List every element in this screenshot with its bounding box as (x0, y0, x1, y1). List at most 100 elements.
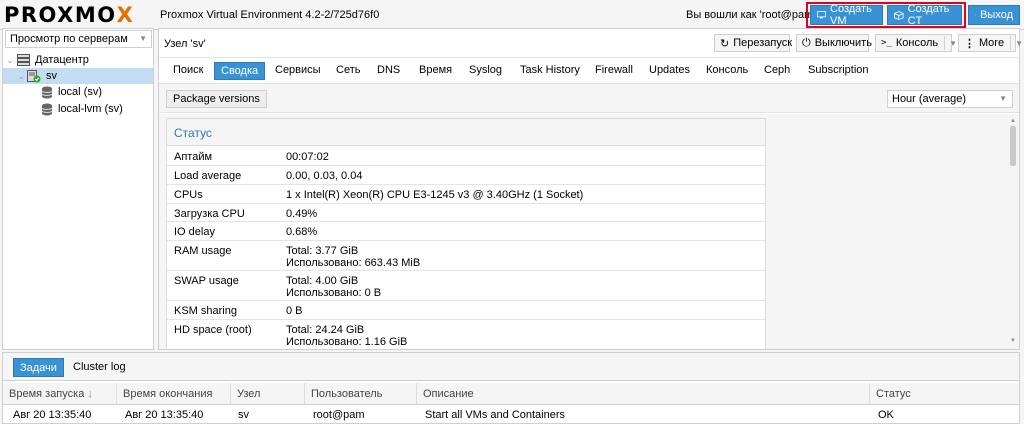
more-label: More (979, 37, 1005, 49)
tree-item-datacenter[interactable]: ⌄ Датацентр (3, 52, 153, 68)
tab-tasks[interactable]: Задачи (13, 358, 64, 377)
vertical-scrollbar[interactable]: ▲ ▼ (1009, 118, 1017, 344)
power-icon: ⏻ (802, 36, 811, 49)
collapse-icon: ⌄ (17, 70, 25, 81)
scroll-down-icon[interactable]: ▼ (1010, 338, 1016, 344)
status-key: KSM sharing (174, 305, 237, 317)
timeframe-value: Hour (average) (892, 93, 966, 105)
table-row[interactable]: Авг 20 13:35:40 Авг 20 13:35:40 sv root@… (3, 406, 1019, 424)
server-rack-icon (17, 54, 30, 66)
logout-button[interactable]: Выход (968, 5, 1020, 25)
storage-icon (41, 86, 53, 99)
terminal-icon: >_ (881, 38, 892, 48)
tab-search[interactable]: Поиск (173, 62, 203, 80)
top-bar: PROXMO X Proxmox Virtual Environment 4.2-… (0, 0, 1024, 30)
node-panel: Узел 'sv' ↻ Перезапуск ⏻ Выключить >_ Ко… (158, 28, 1023, 350)
status-value: 00:07:02 (286, 151, 329, 163)
scroll-up-icon[interactable]: ▲ (1010, 118, 1016, 124)
status-row-io-delay: IO delay 0.68% (167, 222, 765, 241)
status-row-swap: SWAP usage Total: 4.00 GiB Использовано:… (167, 271, 765, 301)
status-value: 0.00, 0.03, 0.04 (286, 170, 363, 182)
tree-item-label: Датацентр (35, 54, 89, 66)
chevron-down-icon: ▼ (1015, 38, 1023, 48)
chevron-down-icon: ▼ (139, 34, 147, 43)
tree-item-label: sv (46, 70, 57, 82)
more-button[interactable]: ⋮ More ▼ (958, 34, 1023, 52)
task-table-header: Время запуска ↓ Время окончания Узел Пол… (3, 383, 1019, 405)
divider (944, 36, 946, 50)
tab-subscription[interactable]: Subscription (808, 62, 869, 80)
tree-item-label: local-lvm (sv) (58, 103, 123, 115)
column-end-time[interactable]: Время окончания (117, 383, 231, 405)
status-key: Load average (174, 170, 242, 182)
cell-user: root@pam (313, 409, 365, 421)
version-label: Proxmox Virtual Environment 4.2-2/725d76… (160, 9, 380, 21)
column-status[interactable]: Статус (870, 383, 1019, 405)
status-row-load: Load average 0.00, 0.03, 0.04 (167, 166, 765, 185)
view-select[interactable]: Просмотр по серверам ▼ (5, 30, 152, 48)
console-label: Консоль (895, 37, 939, 49)
status-row-cpu-usage: Загрузка CPU 0.49% (167, 204, 765, 222)
tab-syslog[interactable]: Syslog (469, 62, 502, 80)
task-log-panel: Задачи Cluster log Время запуска ↓ Время… (2, 352, 1020, 424)
tab-updates[interactable]: Updates (649, 62, 690, 80)
console-button[interactable]: >_ Консоль ▼ (875, 34, 957, 52)
status-value-group: Total: 3.77 GiB Использовано: 663.43 MiB (286, 245, 420, 269)
view-select-value: Просмотр по серверам (10, 33, 128, 45)
column-label: Время запуска (9, 388, 85, 400)
status-value: Total: 4.00 GiB (286, 275, 359, 287)
chevron-down-icon[interactable]: ▼ (949, 39, 957, 48)
tab-firewall[interactable]: Firewall (595, 62, 633, 80)
status-value-group: Total: 24.24 GiB Использовано: 1.16 GiB (286, 324, 407, 348)
tab-time[interactable]: Время (419, 62, 452, 80)
tab-ceph[interactable]: Ceph (764, 62, 790, 80)
shutdown-button[interactable]: ⏻ Выключить (796, 34, 872, 52)
timeframe-select[interactable]: Hour (average) ▼ (887, 90, 1013, 108)
status-value-group: Total: 4.00 GiB Использовано: 0 B (286, 275, 381, 299)
column-node[interactable]: Узел (231, 383, 305, 405)
more-vertical-icon: ⋮ (964, 37, 975, 50)
column-user[interactable]: Пользователь (305, 383, 417, 405)
status-value-used: Использовано: 663.43 MiB (286, 257, 421, 269)
tab-console[interactable]: Консоль (706, 62, 748, 80)
status-key: CPUs (174, 189, 203, 201)
tab-dns[interactable]: DNS (377, 62, 400, 80)
tab-summary[interactable]: Сводка (214, 62, 266, 80)
task-log-tabs: Задачи Cluster log (3, 353, 1019, 381)
tree-item-storage-local[interactable]: local (sv) (3, 84, 153, 100)
summary-toolbar: Package versions Hour (average) ▼ (159, 83, 1019, 113)
tree-item-node-sv[interactable]: ⌄ sv (3, 68, 153, 84)
column-start-time[interactable]: Время запуска ↓ (3, 383, 117, 405)
storage-icon (41, 103, 53, 116)
logo-text: PROXMO (4, 3, 117, 27)
tab-task-history[interactable]: Task History (520, 62, 580, 80)
sign-out-icon (975, 14, 977, 16)
status-panel: Статус Аптайм 00:07:02 Load average 0.00… (166, 118, 766, 349)
column-description[interactable]: Описание (417, 383, 870, 405)
status-value-used: Использовано: 0 B (286, 287, 382, 299)
status-key: RAM usage (174, 245, 232, 257)
status-key: Загрузка CPU (174, 208, 245, 220)
tab-network[interactable]: Сеть (336, 62, 360, 80)
tree-item-storage-local-lvm[interactable]: local-lvm (sv) (3, 101, 153, 117)
tab-cluster-log[interactable]: Cluster log (67, 358, 132, 377)
tab-services[interactable]: Сервисы (275, 62, 321, 80)
restart-button[interactable]: ↻ Перезапуск (714, 34, 793, 52)
highlight-box (806, 2, 966, 28)
proxmox-logo: PROXMO X (4, 3, 134, 27)
restart-label: Перезапуск (733, 37, 793, 49)
status-key: Аптайм (174, 151, 213, 163)
status-key: IO delay (174, 226, 215, 238)
logo-x: X (116, 3, 135, 27)
status-value: 0.49% (286, 208, 318, 220)
cell-node: sv (238, 409, 249, 421)
scrollbar-thumb[interactable] (1010, 126, 1016, 166)
status-value: 0.68% (286, 226, 318, 238)
cell-status: OK (878, 409, 894, 421)
node-tabs: Поиск Сводка Сервисы Сеть DNS Время Sysl… (159, 57, 1019, 81)
status-key: HD space (root) (174, 324, 252, 336)
shutdown-label: Выключить (814, 37, 872, 49)
package-versions-button[interactable]: Package versions (166, 90, 267, 108)
status-value-used: Использовано: 1.16 GiB (286, 336, 408, 348)
status-key: SWAP usage (174, 275, 239, 287)
